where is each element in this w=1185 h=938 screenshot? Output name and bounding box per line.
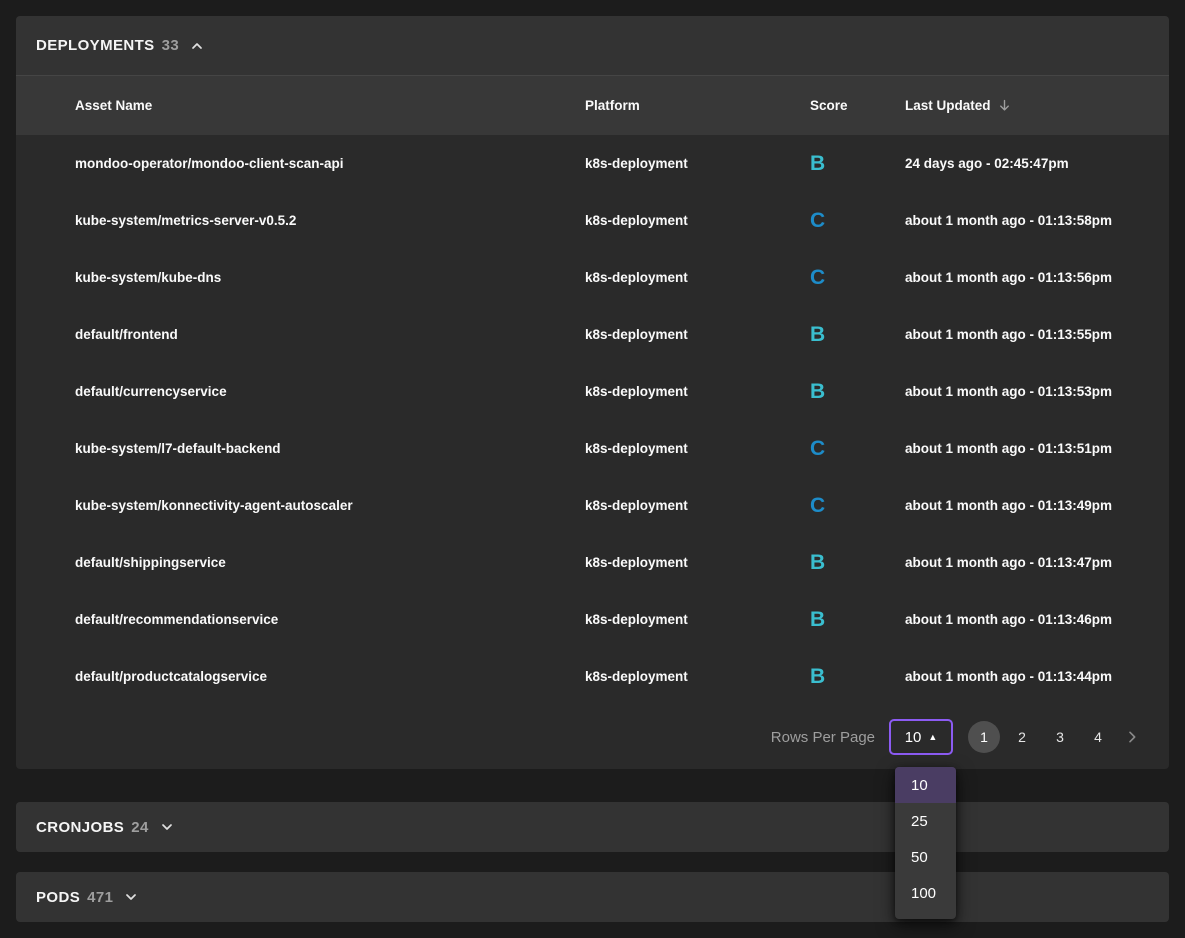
rows-per-page-option-25[interactable]: 25 [895,803,956,839]
asset-name: default/productcatalogservice [75,669,585,684]
platform: k8s-deployment [585,441,810,456]
deployments-title: DEPLOYMENTS [36,37,155,54]
score-grade: C [810,437,905,461]
cronjobs-title: CRONJOBS [36,819,124,836]
asset-name: default/frontend [75,327,585,342]
score-grade: C [810,494,905,518]
table-row[interactable]: default/recommendationservice k8s-deploy… [16,591,1169,648]
table-row[interactable]: default/shippingservice k8s-deployment B… [16,534,1169,591]
page-button-4[interactable]: 4 [1082,721,1114,753]
last-updated: about 1 month ago - 01:13:53pm [905,384,1169,399]
pagination-bar: Rows Per Page 10 ▲ 1 2 3 4 [16,705,1169,769]
chevron-down-icon [123,889,139,905]
last-updated: about 1 month ago - 01:13:58pm [905,213,1169,228]
deployments-table-body: mondoo-operator/mondoo-client-scan-api k… [16,135,1169,705]
last-updated: about 1 month ago - 01:13:55pm [905,327,1169,342]
asset-name: kube-system/kube-dns [75,270,585,285]
table-row[interactable]: default/currencyservice k8s-deployment B… [16,363,1169,420]
cronjobs-count: 24 [131,819,149,836]
table-header-row: Asset Name Platform Score Last Updated [16,76,1169,135]
platform: k8s-deployment [585,156,810,171]
pods-section-header[interactable]: PODS 471 [16,872,1169,922]
column-header-last-updated[interactable]: Last Updated [905,98,1169,113]
rows-per-page-option-50[interactable]: 50 [895,839,956,875]
table-row[interactable]: kube-system/metrics-server-v0.5.2 k8s-de… [16,192,1169,249]
asset-name: kube-system/konnectivity-agent-autoscale… [75,498,585,513]
page-button-2[interactable]: 2 [1006,721,1038,753]
rows-per-page-label: Rows Per Page [771,729,875,746]
column-header-platform[interactable]: Platform [585,98,810,113]
triangle-up-icon: ▲ [928,733,937,742]
platform: k8s-deployment [585,555,810,570]
asset-name: default/currencyservice [75,384,585,399]
column-header-score[interactable]: Score [810,98,905,113]
rows-per-page-option-100[interactable]: 100 [895,875,956,911]
asset-name: default/recommendationservice [75,612,585,627]
table-row[interactable]: mondoo-operator/mondoo-client-scan-api k… [16,135,1169,192]
cronjobs-section-header[interactable]: CRONJOBS 24 [16,802,1169,852]
table-row[interactable]: kube-system/kube-dns k8s-deployment C ab… [16,249,1169,306]
last-updated: about 1 month ago - 01:13:47pm [905,555,1169,570]
pods-title: PODS [36,889,80,906]
score-grade: B [810,551,905,575]
table-row[interactable]: kube-system/konnectivity-agent-autoscale… [16,477,1169,534]
assets-page: DEPLOYMENTS 33 Asset Name Platform Score… [0,0,1185,938]
last-updated: about 1 month ago - 01:13:51pm [905,441,1169,456]
asset-name: default/shippingservice [75,555,585,570]
platform: k8s-deployment [585,213,810,228]
last-updated: about 1 month ago - 01:13:46pm [905,612,1169,627]
asset-name: kube-system/l7-default-backend [75,441,585,456]
rows-per-page-value: 10 [905,729,922,746]
pods-count: 471 [87,889,113,906]
sort-arrow-down-icon [997,98,1012,113]
page-button-3[interactable]: 3 [1044,721,1076,753]
score-grade: C [810,266,905,290]
score-grade: B [810,380,905,404]
next-page-button[interactable] [1117,721,1147,753]
chevron-down-icon [159,819,175,835]
platform: k8s-deployment [585,498,810,513]
last-updated: 24 days ago - 02:45:47pm [905,156,1169,171]
last-updated: about 1 month ago - 01:13:49pm [905,498,1169,513]
page-button-1[interactable]: 1 [968,721,1000,753]
score-grade: B [810,323,905,347]
rows-per-page-menu: 10 25 50 100 [895,767,956,919]
deployments-section: DEPLOYMENTS 33 Asset Name Platform Score… [16,16,1169,769]
score-grade: B [810,152,905,176]
deployments-count: 33 [162,37,180,54]
rows-per-page-option-10[interactable]: 10 [895,767,956,803]
platform: k8s-deployment [585,270,810,285]
table-row[interactable]: kube-system/l7-default-backend k8s-deplo… [16,420,1169,477]
page-buttons: 1 2 3 4 [965,721,1147,753]
asset-name: kube-system/metrics-server-v0.5.2 [75,213,585,228]
column-header-asset-name[interactable]: Asset Name [75,98,585,113]
table-row[interactable]: default/productcatalogservice k8s-deploy… [16,648,1169,705]
asset-name: mondoo-operator/mondoo-client-scan-api [75,156,585,171]
platform: k8s-deployment [585,327,810,342]
last-updated: about 1 month ago - 01:13:44pm [905,669,1169,684]
platform: k8s-deployment [585,612,810,627]
score-grade: B [810,665,905,689]
platform: k8s-deployment [585,669,810,684]
deployments-section-header[interactable]: DEPLOYMENTS 33 [16,16,1169,76]
table-row[interactable]: default/frontend k8s-deployment B about … [16,306,1169,363]
last-updated: about 1 month ago - 01:13:56pm [905,270,1169,285]
score-grade: B [810,608,905,632]
rows-per-page-select[interactable]: 10 ▲ [889,719,953,755]
chevron-right-icon [1124,729,1140,745]
platform: k8s-deployment [585,384,810,399]
score-grade: C [810,209,905,233]
chevron-up-icon [189,38,205,54]
